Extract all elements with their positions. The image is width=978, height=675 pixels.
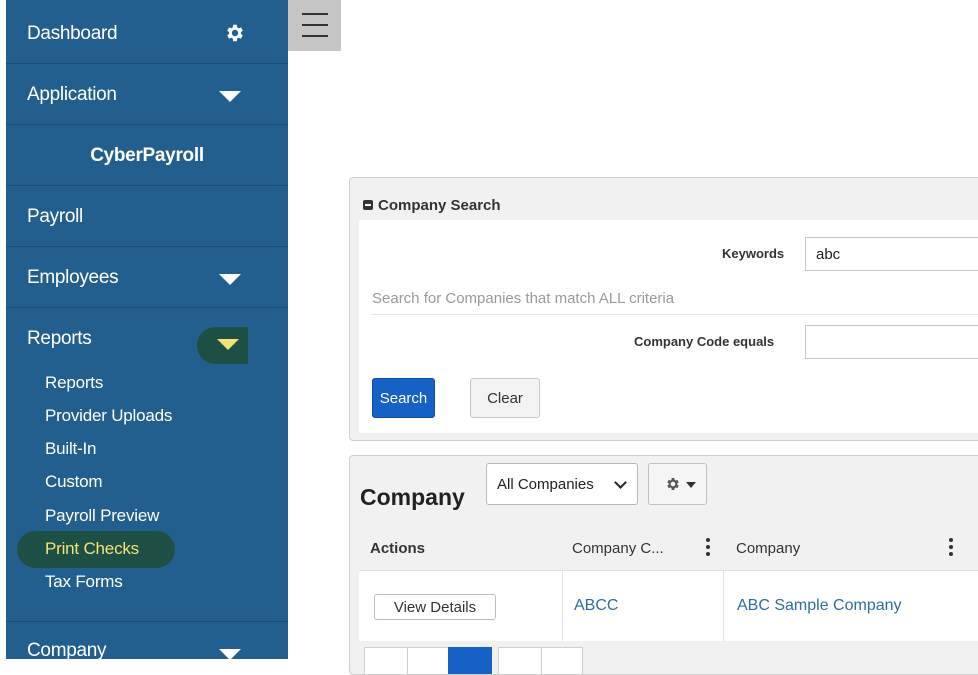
- caret-down-icon: [219, 274, 241, 285]
- company-code-link[interactable]: ABCC: [574, 597, 618, 615]
- sidebar-item-label: Payroll: [27, 206, 83, 227]
- pager-button[interactable]: [364, 647, 408, 674]
- sidebar-item-label: Employees: [27, 267, 119, 288]
- company-name-link[interactable]: ABC Sample Company: [737, 597, 902, 615]
- gear-icon[interactable]: [224, 22, 246, 44]
- keywords-label: Keywords: [722, 246, 785, 261]
- sidebar-item-application[interactable]: Application: [6, 64, 288, 125]
- cell-divider: [562, 571, 563, 641]
- cell-divider: [723, 571, 724, 641]
- column-header-actions: Actions: [370, 540, 426, 557]
- submenu-custom[interactable]: Custom: [45, 472, 103, 492]
- view-details-button[interactable]: View Details: [374, 594, 496, 620]
- collapse-icon[interactable]: [363, 200, 373, 210]
- submenu-tax-forms[interactable]: Tax Forms: [45, 572, 123, 592]
- hamburger-icon: [302, 35, 328, 37]
- submenu-provider-uploads[interactable]: Provider Uploads: [45, 406, 172, 426]
- company-search-panel: Company Search Keywords Search for Compa…: [349, 177, 978, 441]
- caret-down-icon: [219, 91, 241, 102]
- submenu-built-in[interactable]: Built-In: [45, 439, 97, 459]
- sidebar-item-company[interactable]: Company: [6, 622, 288, 659]
- column-menu-icon[interactable]: [706, 538, 710, 558]
- sidebar: Dashboard Application CyberPayroll Payro…: [0, 0, 288, 659]
- pager-button[interactable]: [498, 647, 542, 674]
- caret-down-icon: [686, 482, 696, 488]
- submenu-payroll-preview[interactable]: Payroll Preview: [45, 506, 159, 526]
- submenu-reports[interactable]: Reports: [45, 373, 103, 393]
- keywords-input[interactable]: [805, 237, 978, 271]
- sidebar-item-label: CyberPayroll: [90, 145, 204, 166]
- hamburger-icon: [302, 24, 328, 26]
- gear-icon: [667, 478, 679, 490]
- menu-toggle-button[interactable]: [288, 0, 341, 51]
- sidebar-item-label: Application: [27, 84, 117, 105]
- search-button[interactable]: Search: [372, 378, 435, 418]
- caret-down-icon: [219, 649, 241, 659]
- company-grid: Company All Companies Actions Company C.…: [349, 455, 978, 675]
- clear-button[interactable]: Clear: [470, 378, 540, 418]
- pager-button[interactable]: [541, 647, 583, 674]
- table-row: View Details ABCC ABC Sample Company: [359, 570, 978, 641]
- sidebar-item-label: Reports: [27, 328, 92, 349]
- chevron-down-icon: [614, 476, 627, 489]
- search-hint: Search for Companies that match ALL crit…: [372, 290, 675, 307]
- pager-button[interactable]: [407, 647, 449, 674]
- caret-down-icon[interactable]: [197, 327, 248, 364]
- grid-title: Company: [360, 484, 465, 510]
- sidebar-item-label: Company: [27, 640, 107, 659]
- sidebar-item-dashboard[interactable]: Dashboard: [6, 3, 288, 64]
- panel-title-text: Company Search: [378, 197, 501, 214]
- sidebar-app-name[interactable]: CyberPayroll: [6, 125, 288, 186]
- column-menu-icon[interactable]: [949, 538, 953, 558]
- sidebar-nav: Dashboard Application CyberPayroll Payro…: [6, 0, 288, 659]
- column-header-company-code[interactable]: Company C...: [572, 540, 664, 557]
- sidebar-item-label: Dashboard: [27, 23, 118, 44]
- select-value: All Companies: [497, 476, 594, 493]
- column-header-company[interactable]: Company: [736, 540, 800, 557]
- company-code-label: Company Code equals: [634, 334, 775, 349]
- sidebar-item-employees[interactable]: Employees: [6, 247, 288, 308]
- divider: [372, 314, 978, 315]
- hamburger-icon: [302, 13, 328, 15]
- pager-button-current[interactable]: [448, 647, 492, 674]
- company-filter-select[interactable]: All Companies: [486, 463, 638, 505]
- grid-settings-button[interactable]: [648, 463, 707, 505]
- company-code-input[interactable]: [805, 325, 978, 359]
- panel-title[interactable]: Company Search: [363, 197, 501, 214]
- sidebar-item-payroll[interactable]: Payroll: [6, 186, 288, 247]
- submenu-print-checks[interactable]: Print Checks: [45, 539, 139, 559]
